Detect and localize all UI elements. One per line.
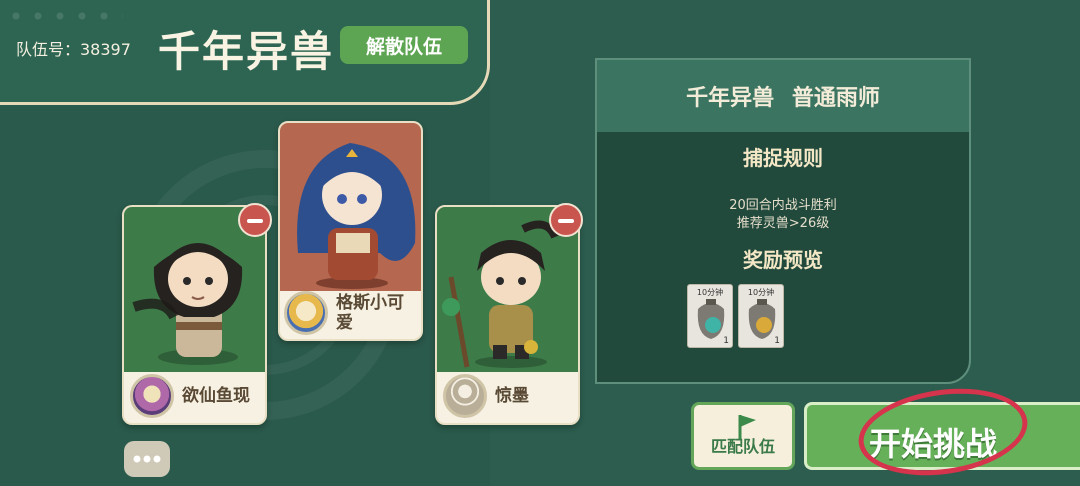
member-name-row: 格斯小可爱	[280, 287, 421, 339]
team-number: 队伍号：38397	[16, 40, 131, 59]
match-team-label: 匹配队伍	[710, 437, 775, 456]
rule-line: 推荐灵兽>26级	[736, 216, 830, 231]
match-team-button[interactable]: 匹配队伍	[691, 402, 795, 470]
ellipsis-icon	[133, 455, 161, 463]
rule-line: 20回合内战斗胜利	[729, 198, 837, 213]
capture-rules-heading: 捕捉规则	[743, 146, 823, 170]
character-figure	[297, 143, 416, 289]
header-pattern	[0, 0, 123, 23]
reward-preview-heading: 奖励预览	[743, 248, 823, 272]
reward-item[interactable]: 10分钟 1	[738, 284, 784, 348]
boss-info-title: 千年异兽 普通雨师	[597, 60, 969, 132]
boss-info-panel: 千年异兽 普通雨师 捕捉规则 20回合内战斗胜利 推荐灵兽>26级 奖励预览 1…	[595, 58, 971, 384]
chat-bubble-icon[interactable]	[124, 441, 170, 477]
member-name-row: 惊墨	[437, 368, 578, 423]
dismiss-team-button[interactable]: 解散队伍	[340, 26, 468, 64]
reward-duration-tag: 10分钟	[696, 288, 724, 297]
reward-count: 1	[774, 336, 780, 346]
member-portrait	[280, 123, 421, 291]
member-card-3[interactable]: 惊墨	[435, 205, 580, 425]
member-avatar	[284, 291, 328, 335]
member-name: 惊墨	[495, 385, 529, 406]
reward-duration-tag: 10分钟	[747, 288, 775, 297]
member-card-1[interactable]: 欲仙鱼现	[122, 205, 267, 425]
member-name: 格斯小可爱	[336, 293, 404, 333]
member-name-row: 欲仙鱼现	[124, 368, 265, 423]
reward-item[interactable]: 10分钟 1	[687, 284, 733, 348]
member-card-2[interactable]: 格斯小可爱	[278, 121, 423, 341]
team-title: 千年异兽	[158, 27, 335, 76]
reward-count: 1	[723, 336, 729, 346]
member-name: 欲仙鱼现	[182, 385, 250, 406]
member-avatar	[130, 373, 174, 418]
remove-member-button[interactable]	[238, 203, 272, 237]
remove-member-button[interactable]	[549, 203, 583, 237]
member-avatar	[443, 373, 487, 418]
